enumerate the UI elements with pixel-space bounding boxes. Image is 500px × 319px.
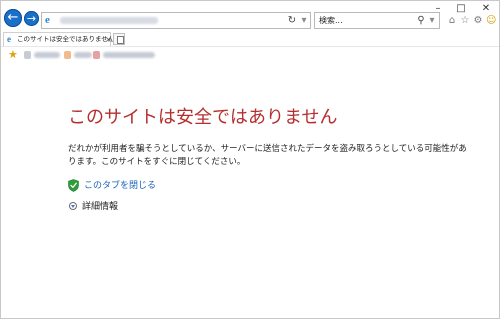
- shield-icon: [68, 179, 79, 192]
- search-box[interactable]: 検索... ⚲ ▾: [314, 12, 440, 29]
- search-dropdown-icon[interactable]: ▾: [426, 14, 438, 27]
- browser-window: ← → e ↻ ▾ 検索... ⚲ ▾ – □ ✕ ⌂ ☆ ⚙ ☺ e このサイ…: [0, 0, 500, 319]
- page-content: このサイトは安全ではありません だれかが利用者を騙そうとしているか、サーバーに送…: [1, 63, 499, 318]
- back-arrow-icon: ←: [7, 10, 19, 25]
- minimize-button[interactable]: –: [427, 3, 449, 15]
- navigation-bar: ← → e ↻ ▾ 検索... ⚲ ▾ – □ ✕ ⌂ ☆ ⚙ ☺: [1, 1, 499, 33]
- tab-title: このサイトは安全ではありません: [17, 35, 115, 43]
- tab-strip: e このサイトは安全ではありません ×: [1, 32, 499, 46]
- favorites-add-star-icon[interactable]: ★: [8, 48, 18, 61]
- dropdown-chevron-icon[interactable]: ▾: [298, 14, 310, 27]
- favorites-bar: ★: [1, 46, 499, 64]
- forward-arrow-icon: →: [26, 12, 37, 25]
- favorites-star-icon[interactable]: ☆: [460, 16, 470, 26]
- close-window-button[interactable]: ✕: [475, 3, 497, 15]
- new-tab-icon: [117, 36, 124, 44]
- blurred-url: [60, 17, 158, 24]
- maximize-button[interactable]: □: [450, 3, 472, 15]
- blurred-favorite-label: [103, 52, 155, 58]
- refresh-icon[interactable]: ↻: [286, 14, 298, 27]
- search-input[interactable]: 検索...: [319, 15, 343, 26]
- new-tab-button[interactable]: [113, 33, 125, 45]
- page-title: このサイトは安全ではありません: [68, 107, 338, 128]
- ie-logo-icon: e: [45, 14, 50, 26]
- close-tab-label[interactable]: このタブを閉じる: [84, 180, 156, 192]
- warning-message: だれかが利用者を騙そうとしているか、サーバーに送信されたデータを盗み取ろうとして…: [68, 144, 467, 167]
- home-icon[interactable]: ⌂: [447, 16, 457, 26]
- back-button[interactable]: ←: [4, 9, 22, 27]
- blurred-favorite-label: [34, 52, 60, 58]
- address-bar[interactable]: e ↻ ▾: [41, 12, 311, 29]
- favicon-icon: [24, 51, 31, 59]
- gear-icon[interactable]: ⚙: [473, 16, 483, 26]
- ie-logo-icon: e: [7, 34, 11, 44]
- close-tab-icon[interactable]: ×: [105, 34, 112, 45]
- forward-button[interactable]: →: [24, 11, 39, 26]
- smiley-icon[interactable]: ☺: [486, 16, 496, 26]
- chevron-down-icon: [69, 202, 77, 210]
- tab-active[interactable]: e このサイトは安全ではありません ×: [3, 32, 115, 46]
- favicon-icon: [93, 51, 100, 59]
- blurred-favorite-label: [74, 52, 92, 58]
- more-info-label[interactable]: 詳細情報: [82, 201, 118, 213]
- favicon-icon: [64, 51, 71, 59]
